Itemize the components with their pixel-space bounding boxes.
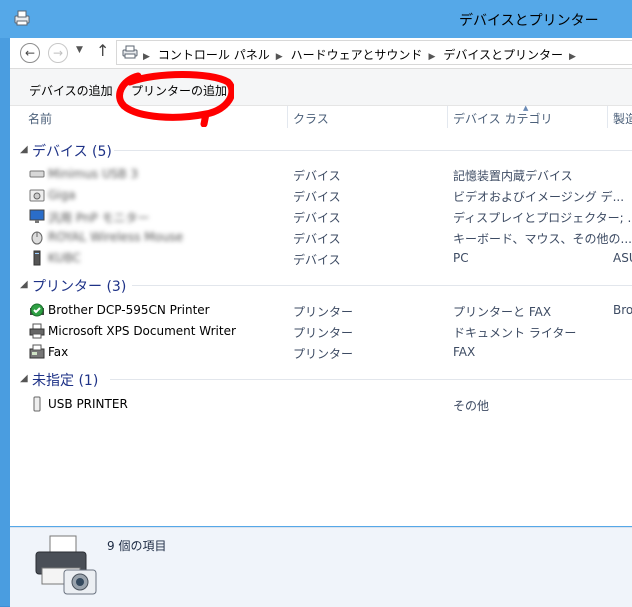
command-bar: デバイスの追加 プリンターの追加	[10, 69, 632, 106]
list-item[interactable]: Microsoft XPS Document Writer プリンター ドキュメ…	[10, 321, 632, 341]
title-bar[interactable]: デバイスとプリンター	[0, 0, 632, 38]
recent-locations-dropdown[interactable]: ▼	[76, 45, 83, 55]
collapse-group-icon[interactable]: ◢	[20, 279, 28, 290]
arrow-left-icon: ←	[24, 46, 36, 60]
chevron-right-icon[interactable]: ▶	[276, 52, 283, 62]
column-header-category[interactable]: デバイス カテゴリ	[453, 110, 552, 127]
printer-name: Brother DCP-595CN Printer	[48, 303, 210, 317]
chevron-right-icon[interactable]: ▶	[143, 52, 150, 62]
list-item[interactable]: Brother DCP-595CN Printer プリンター プリンターと F…	[10, 300, 632, 320]
breadcrumb: ▶ コントロール パネル ▶ ハードウェアとサウンド ▶ デバイスとプリンター ▶	[143, 46, 584, 63]
back-button[interactable]: ←	[20, 43, 40, 63]
column-header-name[interactable]: 名前	[28, 110, 52, 127]
up-button[interactable]: ↑	[96, 41, 109, 60]
usb-drive-icon	[29, 170, 45, 178]
forward-button[interactable]: →	[48, 43, 68, 63]
mouse-icon	[31, 231, 43, 245]
list-item[interactable]: Giga デバイス ビデオおよびイメージング デ...	[10, 185, 632, 205]
printer-name: Microsoft XPS Document Writer	[48, 324, 236, 338]
device-name: ROYAL Wireless Mouse	[48, 230, 184, 244]
device-maker: ASU	[613, 251, 632, 265]
default-printer-icon	[30, 303, 44, 317]
device-class: デバイス	[293, 211, 341, 225]
column-header-class[interactable]: クラス	[293, 110, 329, 127]
group-divider	[132, 285, 632, 286]
printer-name: Fax	[48, 345, 69, 359]
device-name: 汎用 PnP モニター	[48, 211, 150, 225]
column-header-maker[interactable]: 製造	[613, 110, 632, 127]
device-category: ディスプレイとプロジェクター; ...	[453, 211, 632, 225]
computer-tower-icon	[33, 250, 41, 266]
printer-class: プリンター	[293, 305, 354, 319]
group-header-devices[interactable]: デバイス (5)	[32, 141, 112, 161]
column-divider[interactable]	[607, 106, 608, 128]
list-item[interactable]: Fax プリンター FAX	[10, 342, 632, 362]
list-item[interactable]: Minimus USB 3 デバイス 記憶装置内蔵デバイス	[10, 164, 632, 184]
item-count: 9 個の項目	[107, 539, 167, 553]
device-class: デバイス	[293, 190, 341, 204]
group-header-unspecified[interactable]: 未指定 (1)	[32, 370, 98, 390]
printer-category: ドキュメント ライター	[453, 326, 577, 340]
device-list: 名前 クラス デバイス カテゴリ ▲ 製造 ◢ デバイス (5) Minimus…	[10, 104, 632, 526]
printer-maker: Bro	[613, 303, 632, 317]
breadcrumb-hardware-sound[interactable]: ハードウェアとサウンド	[291, 48, 423, 62]
collapse-group-icon[interactable]: ◢	[20, 373, 28, 384]
collapse-group-icon[interactable]: ◢	[20, 144, 28, 155]
window-title: デバイスとプリンター	[459, 13, 599, 29]
usb-device-icon	[33, 396, 41, 412]
list-item[interactable]: 汎用 PnP モニター デバイス ディスプレイとプロジェクター; ...	[10, 206, 632, 226]
device-class: デバイス	[293, 232, 341, 246]
hand-drawn-red-circle-annotation	[116, 71, 234, 127]
device-category: 記憶装置内蔵デバイス	[453, 169, 573, 183]
camera-icon	[29, 189, 45, 202]
printer-class: プリンター	[293, 326, 354, 340]
address-bar-row: ← → ▼ ↑ ▶ コントロール パネル ▶ ハードウェアとサウンド ▶ デバイスとプリン…	[10, 38, 632, 69]
device-name: KUBC	[48, 251, 81, 265]
list-item[interactable]: KUBC デバイス PC ASU	[10, 248, 632, 268]
sort-indicator-icon: ▲	[523, 104, 529, 112]
arrow-right-icon: →	[52, 46, 64, 60]
window-left-border	[0, 38, 10, 606]
chevron-down-icon: ▼	[76, 45, 83, 55]
breadcrumb-devices-printers[interactable]: デバイスとプリンター	[443, 48, 563, 62]
device-class: デバイス	[293, 253, 341, 267]
device-name: Giga	[48, 188, 76, 202]
control-panel-location-icon	[122, 45, 138, 59]
column-divider[interactable]	[447, 106, 448, 128]
list-item[interactable]: USB PRINTER その他	[10, 394, 632, 414]
device-name: USB PRINTER	[48, 397, 128, 411]
device-name: Minimus USB 3	[48, 167, 139, 181]
monitor-icon	[29, 209, 45, 223]
device-category: その他	[453, 399, 490, 413]
group-divider	[110, 379, 632, 380]
printer-category: プリンターと FAX	[453, 305, 552, 319]
chevron-right-icon[interactable]: ▶	[428, 52, 435, 62]
printer-class: プリンター	[293, 347, 354, 361]
arrow-up-icon: ↑	[96, 41, 110, 60]
details-pane: 9 個の項目	[10, 527, 632, 607]
device-category: キーボード、マウス、その他の...	[453, 232, 632, 246]
devices-printers-large-icon	[35, 535, 97, 595]
devices-printers-app-icon	[14, 10, 30, 26]
breadcrumb-control-panel[interactable]: コントロール パネル	[158, 48, 270, 62]
chevron-right-icon[interactable]: ▶	[569, 52, 576, 62]
group-divider	[114, 150, 632, 151]
printer-icon	[29, 323, 45, 339]
group-header-printers[interactable]: プリンター (3)	[32, 276, 126, 296]
device-category: ビデオおよびイメージング デ...	[453, 190, 625, 204]
device-class: デバイス	[293, 169, 341, 183]
printer-category: FAX	[453, 345, 476, 359]
list-item[interactable]: ROYAL Wireless Mouse デバイス キーボード、マウス、その他の…	[10, 227, 632, 247]
column-divider[interactable]	[287, 106, 288, 128]
address-box[interactable]: ▶ コントロール パネル ▶ ハードウェアとサウンド ▶ デバイスとプリンター ▶	[116, 40, 632, 65]
fax-icon	[29, 344, 45, 359]
device-category: PC	[453, 251, 469, 265]
add-device-button[interactable]: デバイスの追加	[29, 82, 113, 99]
